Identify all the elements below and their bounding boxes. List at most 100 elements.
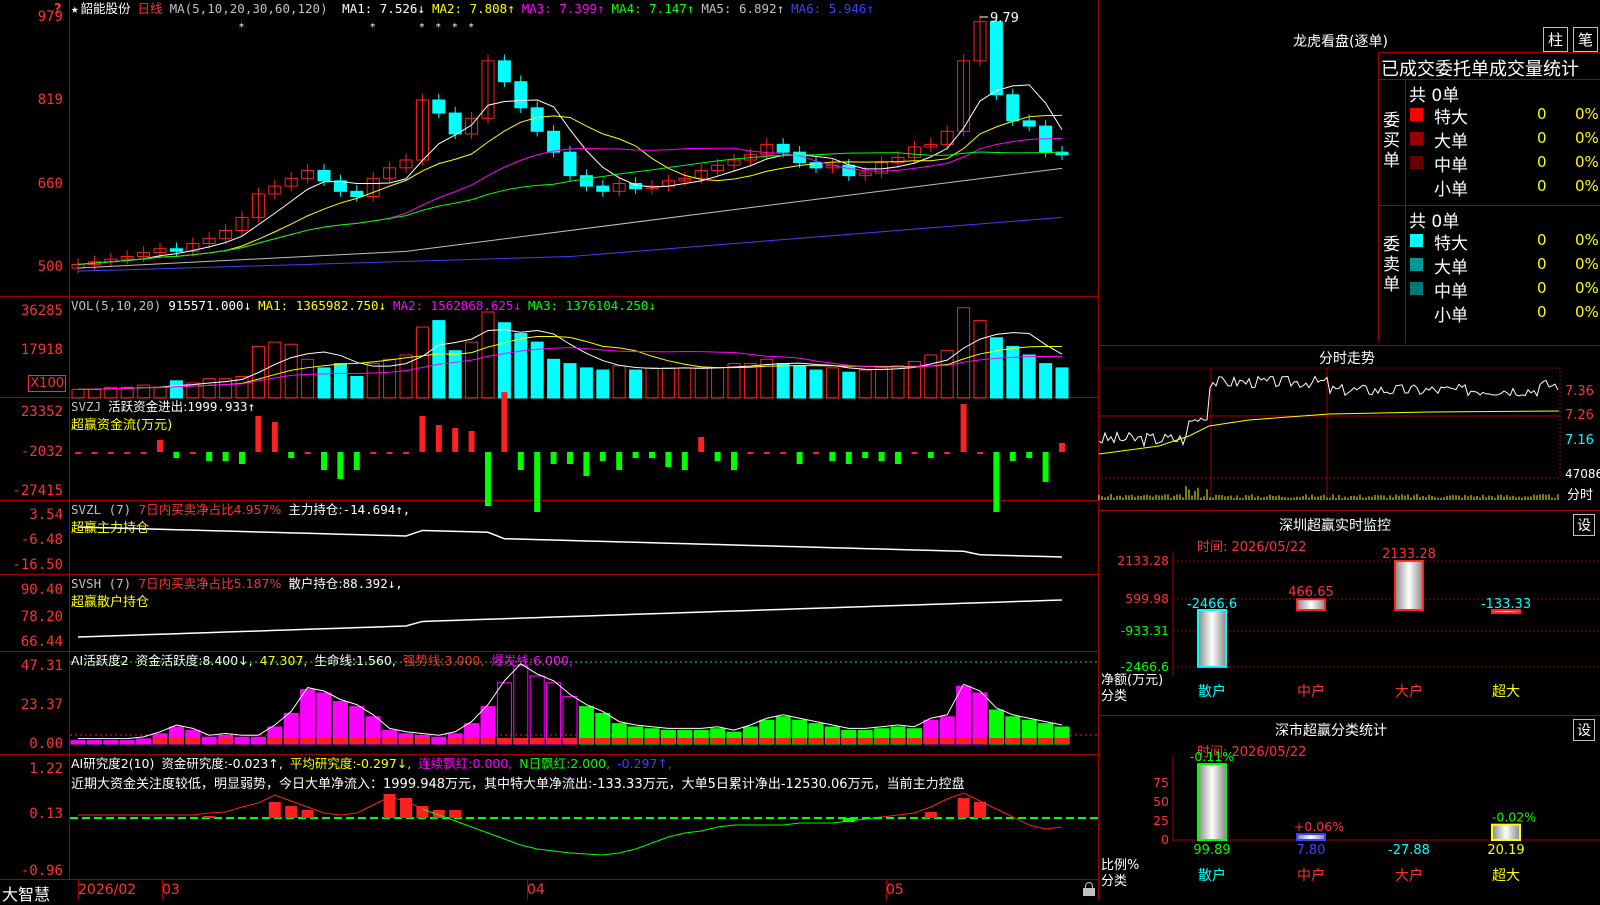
svsh-line[interactable] xyxy=(0,575,1098,652)
sz-classify-xlabel: 分类 xyxy=(1101,874,1128,889)
order-size-label: 小单 xyxy=(1434,180,1468,200)
activity-bar xyxy=(496,682,512,745)
order-percent: 0% xyxy=(1575,303,1599,321)
volume-bar xyxy=(547,358,561,399)
activity-bar xyxy=(332,701,348,745)
order-size-label: 特大 xyxy=(1434,234,1468,254)
classify-tick: 25 xyxy=(1153,813,1169,828)
fund-flow-bar xyxy=(1009,452,1016,461)
activity-base xyxy=(694,738,709,744)
classify-bar xyxy=(1197,763,1227,841)
fund-flow-bar xyxy=(288,452,295,458)
fund-flow-bar xyxy=(763,452,770,454)
sz-classify-panel: 深市超赢分类统计 设 时间: 2026/05/22 75 50 25 0 -0.11% 9… xyxy=(1099,716,1600,900)
monitor-category: 大户 xyxy=(1395,683,1423,700)
volume-panel[interactable]: 36285 17918 X100 VOL(5,10,20) 915571.000↓… xyxy=(0,297,1098,399)
activity-bar xyxy=(546,682,562,745)
order-size-label: 中单 xyxy=(1434,156,1468,176)
candlestick-chart[interactable]: 9.79 * * * * * * xyxy=(0,0,1098,297)
sz-monitor-chart: 2133.28599.98-933.31-2466.6-2466.6466.65… xyxy=(1117,547,1600,700)
order-percent: 0% xyxy=(1575,231,1599,249)
order-count: 0 xyxy=(1537,153,1547,171)
volume-bar xyxy=(366,363,380,399)
activity-base xyxy=(940,738,955,744)
retail-holding-line xyxy=(77,599,1063,638)
svzj-bars[interactable] xyxy=(0,392,1098,512)
volume-bar xyxy=(989,337,1003,399)
fund-flow-bar xyxy=(829,452,836,461)
activity-base xyxy=(1022,738,1037,744)
date-axis: 大智慧 2026/02 03 04 05 xyxy=(0,880,1098,904)
sz-monitor-xlabel: 分类 xyxy=(1101,689,1128,704)
color-swatch xyxy=(1410,282,1423,295)
activity-bar xyxy=(431,736,447,745)
bar-mode-button[interactable]: 柱 xyxy=(1543,27,1569,52)
svsh-panel[interactable]: 90.40 78.20 66.44 SVSH (7) 7日内买卖净占比5.187%… xyxy=(0,575,1098,652)
activity-base xyxy=(743,738,758,744)
price-panel[interactable]: 979 819 660 500 ? ★ 韶能股份 日线 MA(5,10,20,30,6… xyxy=(0,0,1098,297)
ai-research-chart[interactable] xyxy=(0,755,1098,880)
ai-activity-panel[interactable]: 47.31 23.37 0.00 AI活跃度2 资金活跃度:8.400↓, 47.3… xyxy=(0,652,1098,755)
volume-bar xyxy=(579,367,593,399)
activity-base xyxy=(579,738,594,744)
fund-flow-bar xyxy=(157,440,163,452)
research-line-up2 xyxy=(881,792,1063,830)
fund-flow-bar xyxy=(435,425,442,452)
activity-bar xyxy=(956,685,972,745)
order-percent: 0% xyxy=(1575,177,1599,195)
research-bar xyxy=(268,802,281,818)
volume-bar xyxy=(711,367,725,399)
ai-research-panel[interactable]: 1.22 0.13 -0.96 AI研究度2(10) 资金研究度:-0.023↑,… xyxy=(0,755,1098,880)
fund-flow-bar xyxy=(977,452,983,454)
activity-bar xyxy=(103,740,119,745)
svzl-line[interactable] xyxy=(0,501,1098,575)
activity-base xyxy=(349,738,364,744)
candle-body xyxy=(497,60,511,83)
activity-base xyxy=(448,738,463,744)
order-count: 0 xyxy=(1537,303,1547,321)
star-marker: * xyxy=(469,22,474,33)
fund-flow-bar xyxy=(747,452,754,454)
svzl-panel[interactable]: 3.54 -6.48 -16.50 SVZL (7) 7日内买卖净占比4.957%… xyxy=(0,501,1098,575)
tick-mode-button[interactable]: 笔 xyxy=(1573,27,1599,52)
activity-base xyxy=(169,738,184,744)
fund-flow-bar xyxy=(665,452,672,467)
volume-bar xyxy=(957,307,971,399)
volume-bar xyxy=(645,367,659,399)
activity-base xyxy=(809,738,823,744)
fund-flow-bar xyxy=(731,452,737,470)
research-bar xyxy=(416,806,429,818)
longhu-header: 已成交委托单成交量统计 xyxy=(1381,59,1579,80)
fund-flow-bar xyxy=(321,452,327,470)
intraday-chart[interactable] xyxy=(1098,346,1600,512)
classify-tick: 0 xyxy=(1161,832,1169,847)
ai-activity-bars[interactable] xyxy=(0,652,1098,755)
volume-bar xyxy=(1022,354,1036,399)
volume-bar xyxy=(415,326,429,399)
activity-base xyxy=(874,738,889,744)
activity-base xyxy=(661,738,676,744)
monitor-category: 散户 xyxy=(1198,683,1226,700)
brand-logo[interactable]: 大智慧 xyxy=(2,881,50,905)
classify-bar-top-label: -0.02% xyxy=(1492,810,1536,825)
intraday-panel[interactable]: 分时走势 7.36 7.26 7.16 47086 分时 xyxy=(1098,345,1600,512)
order-count: 0 xyxy=(1537,279,1547,297)
fund-flow-bar xyxy=(550,452,557,464)
candle-body xyxy=(842,164,856,177)
candle-body xyxy=(563,151,577,177)
monitor-bar-label: -2466.6 xyxy=(1187,597,1237,612)
monitor-category: 超大 xyxy=(1492,684,1520,700)
activity-base xyxy=(563,738,577,744)
volume-bar xyxy=(301,358,315,399)
sz-monitor-panel: 深圳超赢实时监控 设 时间: 2026/05/22 2133.28 599.98-… xyxy=(1099,511,1600,716)
volume-bars[interactable] xyxy=(0,297,1098,399)
fund-flow-bar xyxy=(616,452,623,470)
activity-base xyxy=(858,738,873,744)
activity-base xyxy=(792,738,807,744)
volume-bar xyxy=(333,363,347,399)
monitor-tick: -933.31 xyxy=(1121,623,1169,638)
activity-bar xyxy=(316,692,332,745)
order-size-label: 大单 xyxy=(1434,258,1468,278)
svzj-panel[interactable]: 23352 -2032 -27415 SVZJ 活跃资金进出:1999.933↑ … xyxy=(0,392,1098,512)
candle-body xyxy=(1006,94,1020,122)
